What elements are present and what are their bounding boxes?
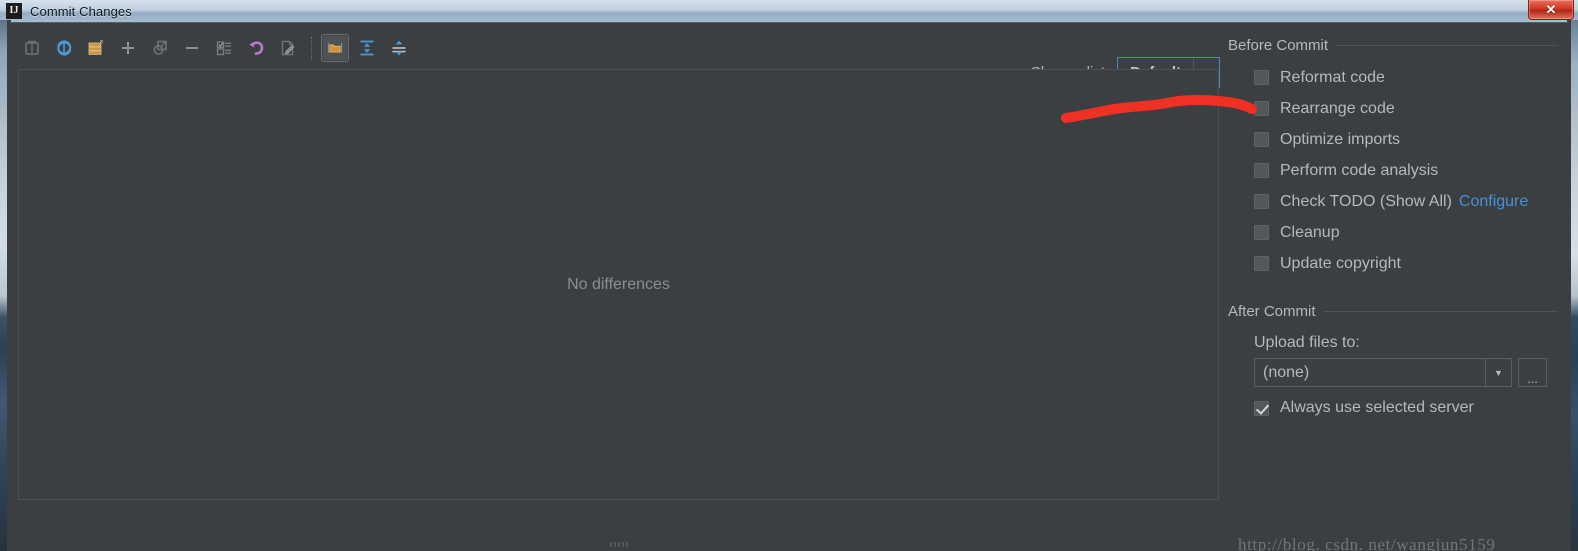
option-always-use-selected-server[interactable]: Always use selected server [1228, 399, 1558, 417]
option-update-copyright[interactable]: Update copyright [1254, 248, 1558, 279]
expand-all-icon[interactable] [353, 34, 381, 62]
window-titlebar: IJ Commit Changes ✕ [0, 0, 1578, 22]
checkbox-rearrange-code[interactable] [1254, 101, 1269, 116]
svg-text:×: × [100, 39, 104, 46]
before-commit-section-header: Before Commit [1228, 37, 1558, 54]
splitter-grip-handle[interactable] [610, 540, 634, 547]
section-divider-line [1336, 45, 1558, 46]
checkbox-perform-code-analysis[interactable] [1254, 163, 1269, 178]
checkbox-update-copyright[interactable] [1254, 256, 1269, 271]
option-label-check-todo: Check TODO (Show All) [1280, 192, 1452, 210]
move-to-changelist-icon[interactable] [146, 34, 174, 62]
after-commit-section-header: After Commit [1228, 303, 1558, 320]
chevron-down-icon[interactable]: ▼ [1485, 359, 1511, 386]
refresh-icon[interactable] [50, 34, 78, 62]
option-label-update-copyright: Update copyright [1280, 254, 1401, 272]
option-label-optimize-imports: Optimize imports [1280, 130, 1401, 148]
commit-options-pane: Before Commit Reformat code Rearrange co… [1228, 37, 1558, 417]
option-perform-code-analysis[interactable]: Perform code analysis [1254, 155, 1558, 186]
commit-changes-dialog: × No differences Before Commit Reformat … [10, 22, 1568, 551]
browse-servers-button[interactable]: ... [1518, 358, 1547, 387]
upload-server-value: (none) [1263, 363, 1310, 381]
group-by-icon[interactable]: × [82, 34, 110, 62]
group-by-directory-icon[interactable] [321, 34, 349, 62]
select-all-icon[interactable] [210, 34, 238, 62]
before-commit-option-list: Reformat code Rearrange code Optimize im… [1228, 58, 1558, 279]
option-reformat-code[interactable]: Reformat code [1254, 62, 1558, 93]
option-label-always-use-selected-server: Always use selected server [1280, 399, 1474, 416]
checkbox-optimize-imports[interactable] [1254, 132, 1269, 147]
configure-todo-link[interactable]: Configure [1459, 193, 1528, 211]
show-diff-icon[interactable] [18, 34, 46, 62]
watermark-url: http://blog. csdn. net/wangjun5159 [1238, 535, 1496, 551]
option-label-perform-code-analysis: Perform code analysis [1280, 161, 1439, 179]
diff-preview-panel[interactable]: No differences [18, 69, 1219, 500]
section-divider-line [1323, 311, 1558, 312]
upload-target-row: (none) ▼ ... [1228, 358, 1558, 387]
checkbox-cleanup[interactable] [1254, 225, 1269, 240]
checkbox-check-todo[interactable] [1254, 194, 1269, 209]
upload-server-combobox[interactable]: (none) ▼ [1254, 358, 1512, 387]
screen-root: IJ Commit Changes ✕ × No differences Bef… [0, 0, 1578, 551]
add-icon[interactable] [114, 34, 142, 62]
option-label-rearrange-code: Rearrange code [1280, 99, 1395, 117]
after-commit-section: After Commit Upload files to: (none) ▼ .… [1228, 303, 1558, 417]
option-optimize-imports[interactable]: Optimize imports [1254, 124, 1558, 155]
collapse-all-icon[interactable] [385, 34, 413, 62]
commit-toolbar: × [18, 31, 413, 65]
option-label-cleanup: Cleanup [1280, 223, 1340, 241]
checkbox-reformat-code[interactable] [1254, 70, 1269, 85]
toolbar-separator [311, 37, 312, 59]
window-close-button[interactable]: ✕ [1528, 0, 1574, 20]
intellij-app-icon: IJ [6, 3, 22, 19]
revert-icon[interactable] [242, 34, 270, 62]
before-commit-title: Before Commit [1228, 37, 1329, 54]
upload-files-to-label: Upload files to: [1254, 334, 1360, 351]
checkbox-always-use-selected-server[interactable] [1254, 400, 1269, 416]
remove-icon[interactable] [178, 34, 206, 62]
option-label-reformat-code: Reformat code [1280, 68, 1385, 86]
window-title: Commit Changes [30, 3, 132, 19]
option-check-todo[interactable]: Check TODO (Show All) Configure [1254, 186, 1558, 217]
option-cleanup[interactable]: Cleanup [1254, 217, 1558, 248]
edit-source-icon[interactable] [274, 34, 302, 62]
option-rearrange-code[interactable]: Rearrange code [1254, 93, 1558, 124]
after-commit-title: After Commit [1228, 303, 1316, 320]
no-differences-message: No differences [567, 275, 670, 293]
